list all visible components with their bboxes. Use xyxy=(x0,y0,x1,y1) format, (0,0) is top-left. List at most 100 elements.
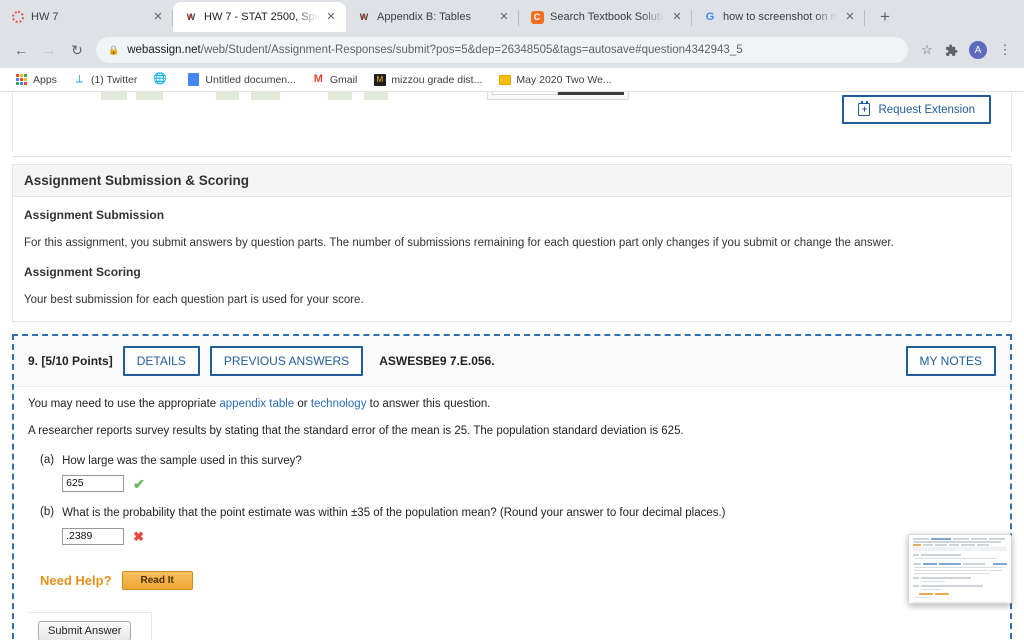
twitter-icon: ⟂ xyxy=(75,73,84,85)
bookmark-mizzou-grade-dist[interactable]: M mizzou grade dist... xyxy=(366,71,489,88)
url-domain: webassign.net xyxy=(127,44,201,56)
close-icon[interactable]: ✕ xyxy=(670,10,684,24)
browser-tab-2-active[interactable]: WA HW 7 - STAT 2500, Spring 202 ✕ xyxy=(173,2,346,32)
question-header: 9. [5/10 Points] DETAILS PREVIOUS ANSWER… xyxy=(14,335,1010,387)
total-score-row: 75.05/100 75.0% xyxy=(492,92,624,95)
answer-row: ✔ xyxy=(62,475,996,493)
part-question-text: What is the probability that the point e… xyxy=(62,507,726,520)
assignment-submission-text: For this assignment, you submit answers … xyxy=(24,237,894,249)
bookmarks-bar: Apps ⟂ (1) Twitter 🌐 Untitled documen...… xyxy=(0,68,1024,92)
hint-mid: or xyxy=(294,397,311,410)
submit-answer-button[interactable]: Submit Answer xyxy=(38,620,132,640)
webassign-ring-icon xyxy=(11,10,25,24)
question-code: ASWESBE9 7.E.056. xyxy=(379,353,495,368)
browser-toolbar: ← → ↻ 🔒 webassign.net/web/Student/Assign… xyxy=(0,32,1024,68)
my-notes-button[interactable]: MY NOTES xyxy=(905,345,996,376)
assignment-submission-scoring-panel: Assignment Submission & Scoring Assignme… xyxy=(12,164,1012,322)
url-text: webassign.net/web/Student/Assignment-Res… xyxy=(127,44,742,56)
bookmark-label: Gmail xyxy=(329,73,358,86)
folder-icon xyxy=(498,73,511,86)
need-help-label: Need Help? xyxy=(40,572,112,588)
google-icon: G xyxy=(705,10,715,23)
assignment-scoring-text: Your best submission for each question p… xyxy=(24,293,364,306)
extensions-puzzle-icon[interactable] xyxy=(940,39,962,61)
close-icon[interactable]: ✕ xyxy=(497,10,511,24)
address-bar[interactable]: 🔒 webassign.net/web/Student/Assignment-R… xyxy=(96,37,908,63)
assignment-submission-heading: Assignment Submission xyxy=(24,208,165,222)
hint-suffix: to answer this question. xyxy=(366,397,491,410)
bookmark-untitled-document[interactable]: Untitled documen... xyxy=(180,71,302,88)
question-body: You may need to use the appropriate appe… xyxy=(14,387,1010,640)
close-icon[interactable]: ✕ xyxy=(151,10,165,24)
submit-area: Submit Answer xyxy=(28,611,152,640)
chegg-icon: C xyxy=(530,10,544,24)
tab-title: HW 7 xyxy=(31,11,59,23)
tab-title: HW 7 - STAT 2500, Spring 202 xyxy=(204,11,318,23)
part-label: (b) xyxy=(40,506,55,519)
webassign-icon: WA xyxy=(359,11,369,22)
divider xyxy=(12,156,1012,157)
bookmark-label: May 2020 Two We... xyxy=(516,73,612,86)
back-icon[interactable]: ← xyxy=(8,37,34,63)
bookmark-apps[interactable]: Apps xyxy=(8,71,64,88)
appendix-table-link[interactable]: appendix table xyxy=(219,398,294,410)
need-help-row: Need Help? Read It xyxy=(28,570,996,590)
bookmark-may-2020-folder[interactable]: May 2020 Two We... xyxy=(491,71,618,88)
answer-input-a[interactable] xyxy=(62,475,125,493)
bookmark-label: Untitled documen... xyxy=(205,73,296,86)
hint-prefix: You may need to use the appropriate xyxy=(28,397,220,410)
browser-tab-1[interactable]: HW 7 ✕ xyxy=(0,2,173,32)
forward-icon[interactable]: → xyxy=(36,37,62,63)
answer-input-b[interactable] xyxy=(62,527,125,545)
details-button[interactable]: DETAILS xyxy=(122,345,200,376)
page-content: 75.05/100 75.0% + Request Extension Assi… xyxy=(0,92,1024,640)
tab-divider xyxy=(864,10,865,26)
technology-link[interactable]: technology xyxy=(311,398,367,410)
previous-answers-button[interactable]: PREVIOUS ANSWERS xyxy=(209,345,364,376)
tab-title: Search Textbook Solutions | Ch xyxy=(550,11,664,23)
browser-tab-4[interactable]: C Search Textbook Solutions | Ch ✕ xyxy=(519,2,692,32)
new-tab-button[interactable]: + xyxy=(871,2,899,30)
menu-kebab-icon[interactable]: ⋮ xyxy=(994,39,1016,61)
correct-check-icon: ✔ xyxy=(133,475,145,492)
tab-title: Appendix B: Tables xyxy=(377,11,471,23)
request-extension-button[interactable]: + Request Extension xyxy=(842,95,991,124)
appendix-hint: You may need to use the appropriate appe… xyxy=(28,397,996,413)
apps-grid-icon xyxy=(15,73,28,86)
calendar-plus-icon: + xyxy=(858,100,871,116)
score-percent: 75.0% xyxy=(558,92,624,95)
read-it-button[interactable]: Read It xyxy=(121,570,193,590)
bookmark-gmail[interactable]: M Gmail xyxy=(305,71,364,88)
url-path: /web/Student/Assignment-Responses/submit… xyxy=(200,44,743,56)
question-part-a: (a) How large was the sample used in thi… xyxy=(28,454,996,493)
screenshot-thumbnail-preview[interactable] xyxy=(908,534,1012,604)
bookmark-star-icon[interactable]: ☆ xyxy=(916,39,938,61)
mizzou-icon: M xyxy=(373,73,386,86)
question-number-points: 9. [5/10 Points] xyxy=(28,353,113,368)
bookmark-globe[interactable]: 🌐 xyxy=(146,71,178,88)
question-part-b: (b) What is the probability that the poi… xyxy=(28,506,996,545)
reload-icon[interactable]: ↻ xyxy=(64,37,90,63)
question-stem: A researcher reports survey results by s… xyxy=(28,425,684,438)
part-label: (a) xyxy=(40,453,55,466)
total-score-card: 75.05/100 75.0% xyxy=(487,92,629,100)
lock-icon: 🔒 xyxy=(108,44,120,55)
assignment-scoring-heading: Assignment Scoring xyxy=(24,264,141,279)
browser-tab-5[interactable]: G how to screenshot on mac - Go ✕ xyxy=(692,2,865,32)
gmail-icon: M xyxy=(313,73,323,85)
request-extension-label: Request Extension xyxy=(878,103,975,116)
bookmark-label: mizzou grade dist... xyxy=(391,73,483,86)
avatar[interactable]: A xyxy=(969,41,987,59)
close-icon[interactable]: ✕ xyxy=(843,10,857,24)
question-block: 9. [5/10 Points] DETAILS PREVIOUS ANSWER… xyxy=(12,333,1012,640)
score-swatches xyxy=(101,92,388,100)
close-icon[interactable]: ✕ xyxy=(324,10,338,24)
tab-strip: HW 7 ✕ WA HW 7 - STAT 2500, Spring 202 ✕… xyxy=(0,0,1024,32)
score-points: 75.05/100 xyxy=(492,92,558,95)
browser-chrome: HW 7 ✕ WA HW 7 - STAT 2500, Spring 202 ✕… xyxy=(0,0,1024,92)
webassign-icon: WA xyxy=(186,11,196,22)
answer-row: ✖ xyxy=(62,527,996,545)
panel-body: Assignment Submission For this assignmen… xyxy=(13,197,1011,321)
bookmark-twitter[interactable]: ⟂ (1) Twitter xyxy=(66,71,144,88)
browser-tab-3[interactable]: WA Appendix B: Tables ✕ xyxy=(346,2,519,32)
